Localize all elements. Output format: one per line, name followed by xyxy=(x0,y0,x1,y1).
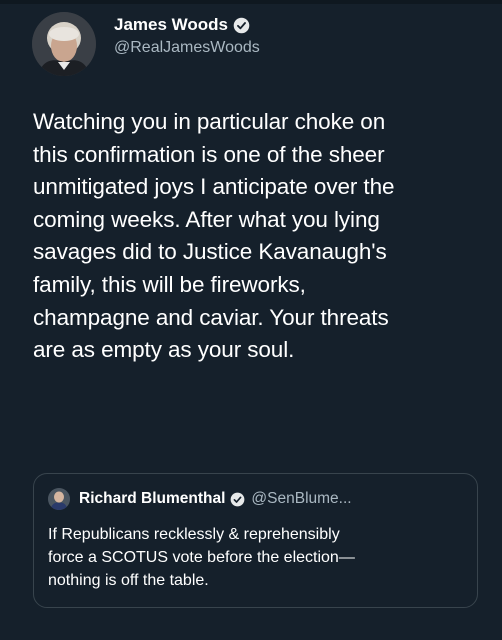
tweet-text: Watching you in particular choke on this… xyxy=(33,106,493,367)
quoted-text-line: nothing is off the table. xyxy=(48,572,209,589)
tweet-text-line: champagne and caviar. Your threats xyxy=(33,304,389,330)
tweet-text-line: family, this will be fireworks, xyxy=(33,271,306,297)
quoted-author-avatar[interactable] xyxy=(48,488,70,510)
quoted-tweet-text: If Republicans recklessly & reprehensibl… xyxy=(48,523,468,592)
author-names: James Woods @RealJamesWoods xyxy=(114,12,474,57)
display-name-row: James Woods xyxy=(114,14,474,36)
author-avatar-image xyxy=(32,12,96,76)
tweet-text-line: Watching you in particular choke on xyxy=(33,109,386,134)
verified-badge-icon xyxy=(233,17,250,33)
tweet-text-line: coming weeks. After what you lying xyxy=(33,206,380,232)
tweet-text-line: this confirmation is one of the sheer xyxy=(33,141,385,167)
quoted-author-handle[interactable]: @SenBlume... xyxy=(251,490,351,508)
author-avatar[interactable] xyxy=(32,12,96,76)
author-handle[interactable]: @RealJamesWoods xyxy=(114,39,474,57)
quoted-author-display-name[interactable]: Richard Blumenthal xyxy=(79,490,225,508)
quoted-author-avatar-image xyxy=(48,488,70,510)
top-strip xyxy=(0,0,502,4)
quoted-tweet-header: Richard Blumenthal @SenBlume... xyxy=(48,488,352,510)
tweet-text-line: savages did to Justice Kavanaugh's xyxy=(33,239,387,265)
verified-badge-icon xyxy=(231,492,245,506)
tweet-text-line: unmitigated joys I anticipate over the xyxy=(33,174,395,200)
quoted-tweet-card[interactable]: Richard Blumenthal @SenBlume... If Repub… xyxy=(33,473,478,608)
quoted-text-line: force a SCOTUS vote before the election— xyxy=(48,549,355,566)
author-display-name[interactable]: James Woods xyxy=(114,15,228,35)
quoted-text-line: If Republicans recklessly & reprehensibl… xyxy=(48,526,340,543)
tweet-text-line: are as empty as your soul. xyxy=(33,337,295,363)
